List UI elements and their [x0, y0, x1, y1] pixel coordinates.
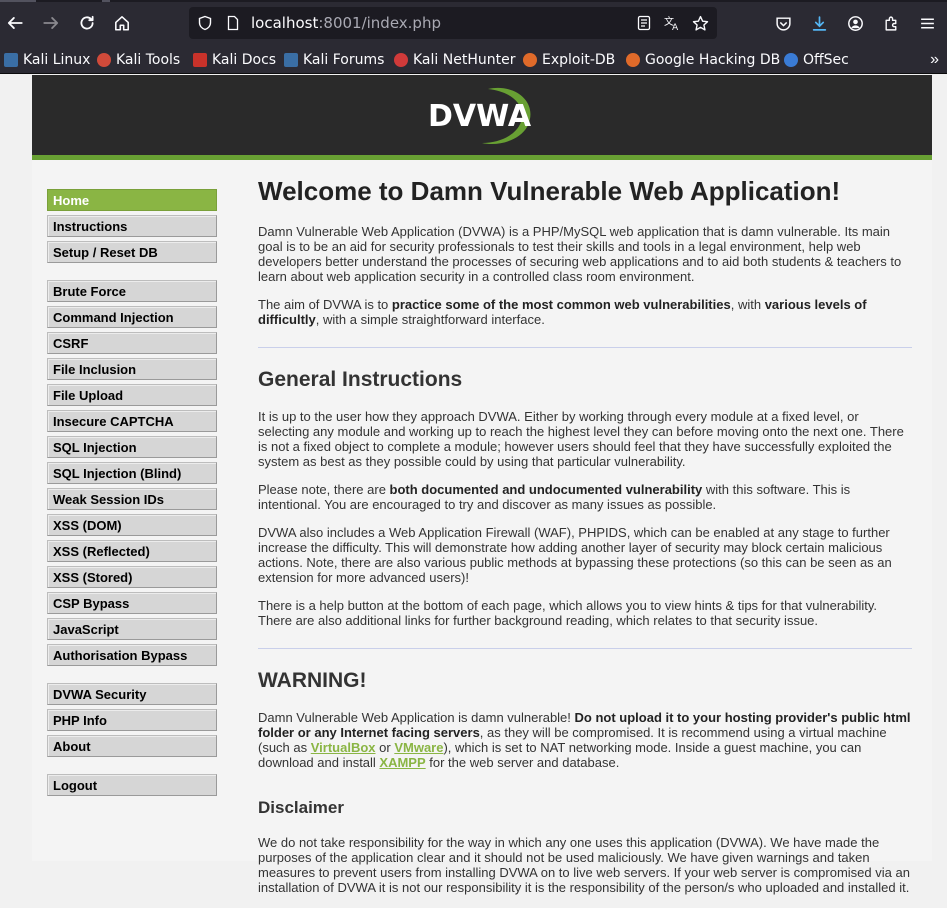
vmware-link[interactable]: VMware	[394, 740, 443, 755]
menu-hamburger-icon[interactable]	[913, 9, 941, 37]
menu-block-logout: Logout	[47, 774, 217, 796]
menu-block-settings: DVWA Security PHP Info About	[47, 683, 217, 757]
bookmark-exploit-db[interactable]: Exploit-DB	[523, 50, 615, 70]
account-icon[interactable]	[841, 9, 869, 37]
menu-block-main: Home Instructions Setup / Reset DB	[47, 189, 217, 263]
xampp-link[interactable]: XAMPP	[379, 755, 425, 770]
menu-item-insecure-captcha[interactable]: Insecure CAPTCHA	[47, 410, 217, 432]
kali-docs-icon	[193, 53, 207, 67]
bookmark-kali-nethunter[interactable]: Kali NetHunter	[394, 50, 515, 70]
menu-item-command-injection[interactable]: Command Injection	[47, 306, 217, 328]
menu-item-javascript[interactable]: JavaScript	[47, 618, 217, 640]
translate-icon[interactable]: 文A	[664, 15, 681, 36]
menu-item-xss-stored[interactable]: XSS (Stored)	[47, 566, 217, 588]
menu-item-home[interactable]: Home	[47, 189, 217, 211]
menu-item-about[interactable]: About	[47, 735, 217, 757]
menu-item-xss-dom[interactable]: XSS (DOM)	[47, 514, 217, 536]
disclaimer-heading: Disclaimer	[258, 798, 344, 817]
svg-text:A: A	[672, 23, 679, 31]
menu-item-logout[interactable]: Logout	[47, 774, 217, 796]
chevron-double-right-icon[interactable]: »	[930, 51, 939, 69]
bookmark-kali-tools[interactable]: Kali Tools	[97, 50, 180, 70]
dvwa-logo: DVWA	[428, 87, 532, 145]
bookmark-google-hacking-db[interactable]: Google Hacking DB	[626, 50, 780, 70]
menu-item-file-upload[interactable]: File Upload	[47, 384, 217, 406]
page-title: Welcome to Damn Vulnerable Web Applicati…	[258, 176, 841, 206]
menu-item-php-info[interactable]: PHP Info	[47, 709, 217, 731]
general-instructions-p4: There is a help button at the bottom of …	[258, 598, 878, 628]
forward-icon[interactable]	[37, 9, 65, 37]
menu-item-csrf[interactable]: CSRF	[47, 332, 217, 354]
aim-paragraph: The aim of DVWA is to practice some of t…	[258, 297, 867, 327]
url-text[interactable]: localhost:8001/index.php	[251, 14, 441, 32]
warning-paragraph: Damn Vulnerable Web Application is damn …	[258, 710, 911, 770]
menu-block-vulnerabilities: Brute Force Command Injection CSRF File …	[47, 280, 217, 666]
shield-icon[interactable]	[197, 15, 213, 36]
dvwa-page: DVWA Home Instructions Setup / Reset DB …	[32, 75, 932, 895]
divider	[258, 347, 912, 348]
general-instructions-p2: Please note, there are both documented a…	[258, 482, 851, 512]
main-content: Welcome to Damn Vulnerable Web Applicati…	[258, 175, 912, 908]
browser-toolbar: localhost:8001/index.php 文A	[0, 0, 947, 45]
divider	[258, 648, 912, 649]
kali-dragon-icon	[4, 53, 18, 67]
disclaimer-paragraph: We do not take responsibility for the wa…	[258, 835, 910, 895]
kali-tools-icon	[97, 53, 111, 67]
offsec-icon	[784, 53, 798, 67]
reader-view-icon[interactable]	[636, 15, 652, 36]
svg-text:DVWA: DVWA	[428, 99, 532, 134]
general-instructions-p1: It is up to the user how they approach D…	[258, 409, 904, 469]
bookmark-kali-linux[interactable]: Kali Linux	[4, 50, 90, 70]
menu-item-instructions[interactable]: Instructions	[47, 215, 217, 237]
virtualbox-link[interactable]: VirtualBox	[311, 740, 376, 755]
intro-paragraph: Damn Vulnerable Web Application (DVWA) i…	[258, 224, 902, 284]
menu-item-brute-force[interactable]: Brute Force	[47, 280, 217, 302]
bookmark-kali-docs[interactable]: Kali Docs	[193, 50, 276, 70]
extensions-icon[interactable]	[877, 9, 905, 37]
warning-heading: WARNING!	[258, 669, 367, 692]
dvwa-header: DVWA	[32, 75, 932, 160]
menu-item-csp-bypass[interactable]: CSP Bypass	[47, 592, 217, 614]
back-icon[interactable]	[1, 9, 29, 37]
url-bar[interactable]: localhost:8001/index.php 文A	[189, 7, 717, 39]
menu-item-dvwa-security[interactable]: DVWA Security	[47, 683, 217, 705]
reload-icon[interactable]	[73, 9, 101, 37]
exploit-db-icon	[523, 53, 537, 67]
menu-item-setup-reset-db[interactable]: Setup / Reset DB	[47, 241, 217, 263]
side-menu: Home Instructions Setup / Reset DB Brute…	[47, 189, 217, 813]
bookmark-kali-forums[interactable]: Kali Forums	[284, 50, 384, 70]
tab-strip	[0, 0, 947, 2]
nethunter-icon	[394, 53, 408, 67]
menu-item-sql-injection[interactable]: SQL Injection	[47, 436, 217, 458]
home-icon[interactable]	[108, 9, 136, 37]
menu-item-file-inclusion[interactable]: File Inclusion	[47, 358, 217, 380]
pocket-icon[interactable]	[769, 9, 797, 37]
bookmarks-bar: Kali Linux Kali Tools Kali Docs Kali For…	[0, 45, 947, 74]
menu-item-sql-injection-blind[interactable]: SQL Injection (Blind)	[47, 462, 217, 484]
bookmark-offsec[interactable]: OffSec	[784, 50, 849, 70]
general-instructions-heading: General Instructions	[258, 368, 463, 391]
downloads-icon[interactable]	[805, 9, 833, 37]
menu-item-weak-session-ids[interactable]: Weak Session IDs	[47, 488, 217, 510]
ghdb-icon	[626, 53, 640, 67]
page-info-icon[interactable]	[225, 15, 241, 36]
menu-item-authorisation-bypass[interactable]: Authorisation Bypass	[47, 644, 217, 666]
menu-item-xss-reflected[interactable]: XSS (Reflected)	[47, 540, 217, 562]
bookmark-star-icon[interactable]	[692, 15, 709, 37]
general-instructions-p3: DVWA also includes a Web Application Fir…	[258, 525, 892, 585]
kali-dragon-icon	[284, 53, 298, 67]
